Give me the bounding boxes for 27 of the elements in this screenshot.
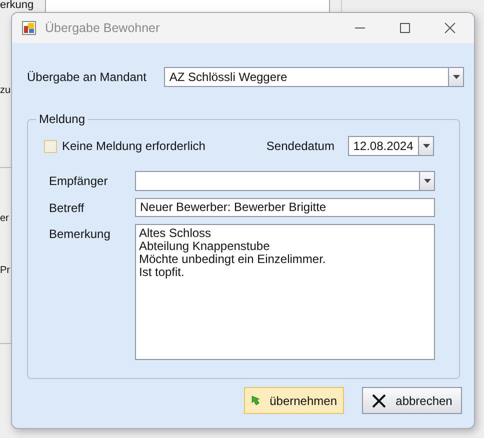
field-label: Pr: [0, 265, 10, 277]
maximize-icon[interactable]: [399, 22, 411, 34]
dropdown-arrow-icon: [452, 75, 460, 79]
field-label: Betreff: [49, 200, 86, 215]
input-field[interactable]: Neuer Bewerber: Bewerber Brigitte: [135, 198, 435, 217]
text-area[interactable]: Altes Schloss Abteilung Knappenstube Möchte unbedingt ein Einzelimmer. Ist topfit.: [135, 224, 435, 360]
dropdown-arrow-icon: [422, 144, 430, 148]
close-icon: [372, 394, 386, 408]
close-icon[interactable]: [444, 22, 456, 34]
field-label: erkung: [0, 0, 34, 11]
checkbox-label: Keine Meldung erforderlich: [62, 139, 206, 153]
checkbox[interactable]: [44, 140, 57, 152]
field-label: er: [0, 213, 9, 225]
window-title: Übergabe Bewohner: [45, 21, 160, 35]
mandant-dropdown[interactable]: AZ Schlössli Weggere: [164, 67, 464, 87]
field-label: Empfänger: [49, 173, 109, 188]
field-label: Sendedatum: [266, 139, 336, 153]
cancel-button[interactable]: abbrechen: [362, 387, 462, 414]
apply-button[interactable]: übernehmen: [244, 387, 344, 414]
app-icon: [22, 21, 36, 35]
field-label: Bemerkung: [49, 226, 112, 241]
dropdown-arrow-icon: [424, 179, 430, 183]
group-title: Meldung: [36, 112, 88, 126]
recipient-dropdown[interactable]: [135, 171, 435, 191]
date-picker[interactable]: 12.08.2024: [348, 136, 434, 156]
field-label: zu: [0, 85, 11, 97]
field-label: Übergabe an Mandant: [27, 70, 148, 84]
